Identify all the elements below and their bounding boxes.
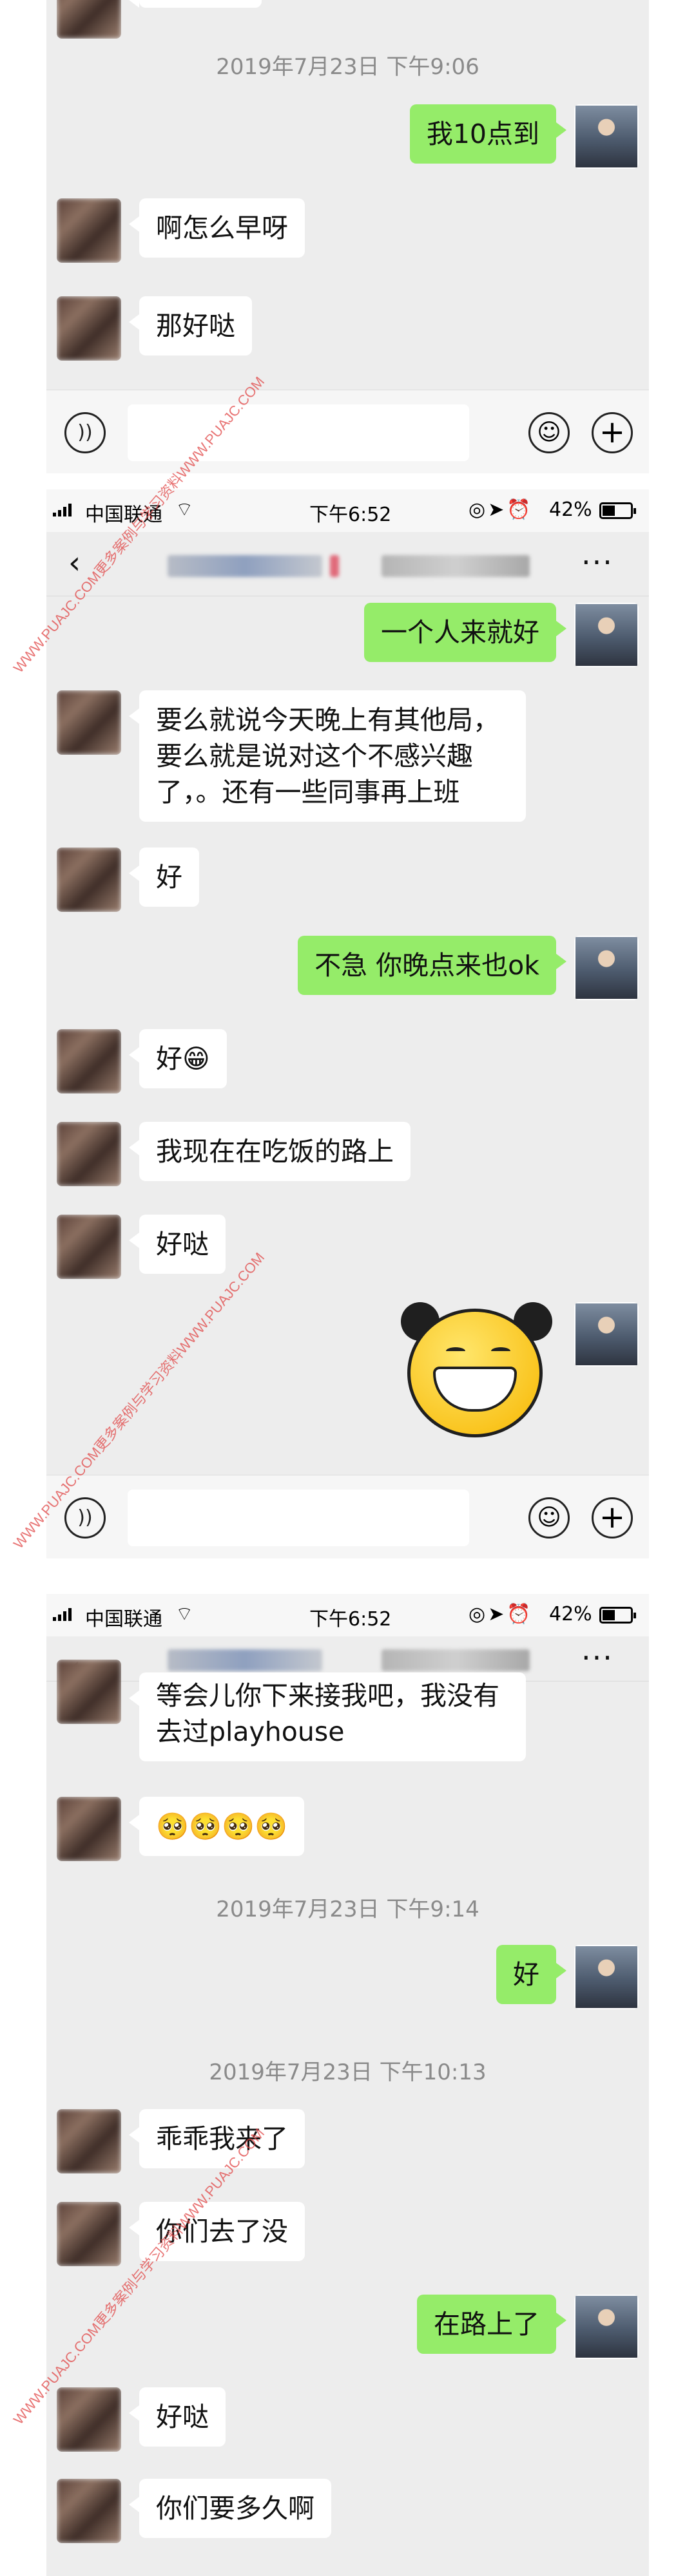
more-icon[interactable]: ··· (581, 545, 614, 580)
message-row: 不急 你晚点来也ok (46, 936, 649, 1007)
message-row: 好😁 (46, 1029, 649, 1100)
contact-avatar[interactable] (57, 198, 121, 263)
emoji-icon[interactable]: ☺ (528, 412, 570, 453)
plus-icon[interactable]: + (592, 412, 633, 453)
chat-title-blurred (330, 555, 339, 577)
message-bubble[interactable]: 好哒 (129, 1215, 226, 1274)
battery-percent: 42% (549, 498, 592, 521)
carrier-label: 中国联通 (85, 1608, 162, 1631)
message-bubble[interactable]: 要么就说今天晚上有其他局， 要么就是说对这个不感兴趣 了，。还有一些同事再上班 (129, 690, 526, 822)
battery-percent: 42% (549, 1603, 592, 1625)
status-bar: 中国联通 ⌔ 下午6:52 ◎➤⏰ 42% (46, 1594, 649, 1636)
message-bubble[interactable]: 好 (129, 848, 199, 907)
contact-avatar[interactable] (57, 1122, 121, 1186)
chat-panel-1: 2019年7月23日 下午9:06 我10点到 啊怎么早呀 那好哒 )) ☺ + (46, 0, 649, 473)
contact-avatar[interactable] (57, 1029, 121, 1094)
message-row: 在路上了 (46, 2295, 649, 2365)
voice-icon[interactable]: )) (64, 1497, 106, 1539)
message-bubble[interactable]: 在路上了 (417, 2295, 566, 2354)
message-row: 乖乖我来了 (46, 2109, 649, 2180)
contact-avatar[interactable] (57, 848, 121, 912)
signal-icon (53, 1607, 72, 1621)
message-row: 啊怎么早呀 (46, 198, 649, 276)
message-row: 我现在在吃饭的路上 (46, 1122, 649, 1193)
battery-icon (599, 1607, 636, 1624)
status-icons: ◎➤⏰ (469, 1603, 534, 1625)
message-bubble[interactable]: 啊怎么早呀 (129, 198, 305, 258)
message-bubble[interactable]: 我10点到 (409, 104, 567, 164)
message-input[interactable] (128, 1490, 469, 1546)
chat-panel-3: 中国联通 ⌔ 下午6:52 ◎➤⏰ 42% ‹ ··· 等会儿你下来接我吧，我没… (46, 1594, 649, 2576)
my-avatar[interactable] (574, 1945, 639, 2009)
back-icon[interactable]: ‹ (68, 547, 81, 578)
emoji-icon[interactable]: ☺ (528, 1497, 570, 1539)
grinning-sticker[interactable] (394, 1302, 552, 1450)
message-row (46, 1302, 649, 1457)
contact-avatar[interactable] (57, 2479, 121, 2543)
contact-avatar[interactable] (57, 690, 121, 755)
voice-icon[interactable]: )) (64, 412, 106, 453)
message-bubble[interactable]: 一个人来就好 (364, 603, 566, 662)
status-icons: ◎➤⏰ (469, 498, 534, 521)
wifi-icon: ⌔ (175, 1603, 194, 1625)
chat-title-blurred (382, 555, 530, 577)
contact-avatar[interactable] (57, 2387, 121, 2452)
chat-title-blurred (168, 555, 322, 577)
message-bubble[interactable]: 不急 你晚点来也ok (298, 936, 566, 995)
chat-title-blurred (168, 1649, 322, 1671)
contact-avatar[interactable] (57, 296, 121, 361)
timestamp: 2019年7月23日 下午9:14 (216, 1897, 479, 1922)
contact-avatar[interactable] (57, 1660, 121, 1724)
contact-avatar[interactable] (57, 0, 121, 39)
contact-avatar[interactable] (57, 2202, 121, 2266)
timestamp: 2019年7月23日 下午9:06 (216, 54, 479, 80)
message-row: 🥺🥺🥺🥺 (46, 1797, 649, 1868)
my-avatar[interactable] (574, 936, 639, 1000)
message-bubble[interactable]: 你们要多久啊 (129, 2479, 331, 2538)
clock: 下午6:52 (309, 1608, 392, 1631)
message-bubble[interactable]: 🥺🥺🥺🥺 (128, 1797, 305, 1856)
message-row: 好哒 (46, 2387, 649, 2458)
input-bar: )) ☺ + (46, 390, 649, 473)
contact-avatar[interactable] (57, 1797, 121, 1861)
more-icon[interactable]: ··· (581, 1640, 614, 1675)
plus-icon[interactable]: + (592, 1497, 633, 1539)
message-row: 一个人来就好 (46, 603, 649, 674)
contact-avatar[interactable] (57, 1215, 121, 1279)
message-row: 好 (46, 1945, 649, 2016)
message-row: 好 (46, 848, 649, 918)
message-row: 那好哒 (46, 296, 649, 374)
message-bubble[interactable] (129, 0, 262, 8)
message-bubble[interactable]: 等会儿你下来接我吧，我没有 去过playhouse (129, 1672, 526, 1761)
message-row: 我10点到 (46, 104, 649, 182)
contact-avatar[interactable] (57, 2109, 121, 2174)
battery-icon (599, 502, 636, 519)
message-bubble[interactable]: 我现在在吃饭的路上 (129, 1122, 411, 1181)
my-avatar[interactable] (574, 104, 639, 169)
message-row: 你们要多久啊 (46, 2479, 649, 2550)
my-avatar[interactable] (574, 2295, 639, 2359)
message-row: 要么就说今天晚上有其他局， 要么就是说对这个不感兴趣 了，。还有一些同事再上班 (46, 690, 649, 832)
message-row: 好哒 (46, 1215, 649, 1285)
message-bubble[interactable]: 好😁 (129, 1029, 227, 1088)
input-bar: )) ☺ + (46, 1475, 649, 1558)
signal-icon (53, 502, 72, 516)
wifi-icon: ⌔ (175, 498, 194, 521)
chat-title-blurred (382, 1649, 530, 1671)
message-bubble[interactable]: 好哒 (129, 2387, 226, 2447)
message-input[interactable] (128, 404, 469, 461)
my-avatar[interactable] (574, 1302, 639, 1367)
timestamp: 2019年7月23日 下午10:13 (209, 2060, 487, 2085)
message-bubble[interactable]: 好 (496, 1945, 566, 2004)
message-row (46, 0, 649, 52)
message-bubble[interactable]: 那好哒 (129, 296, 252, 355)
my-avatar[interactable] (574, 603, 639, 667)
message-row: 等会儿你下来接我吧，我没有 去过playhouse (46, 1660, 649, 1769)
clock: 下午6:52 (309, 504, 392, 526)
